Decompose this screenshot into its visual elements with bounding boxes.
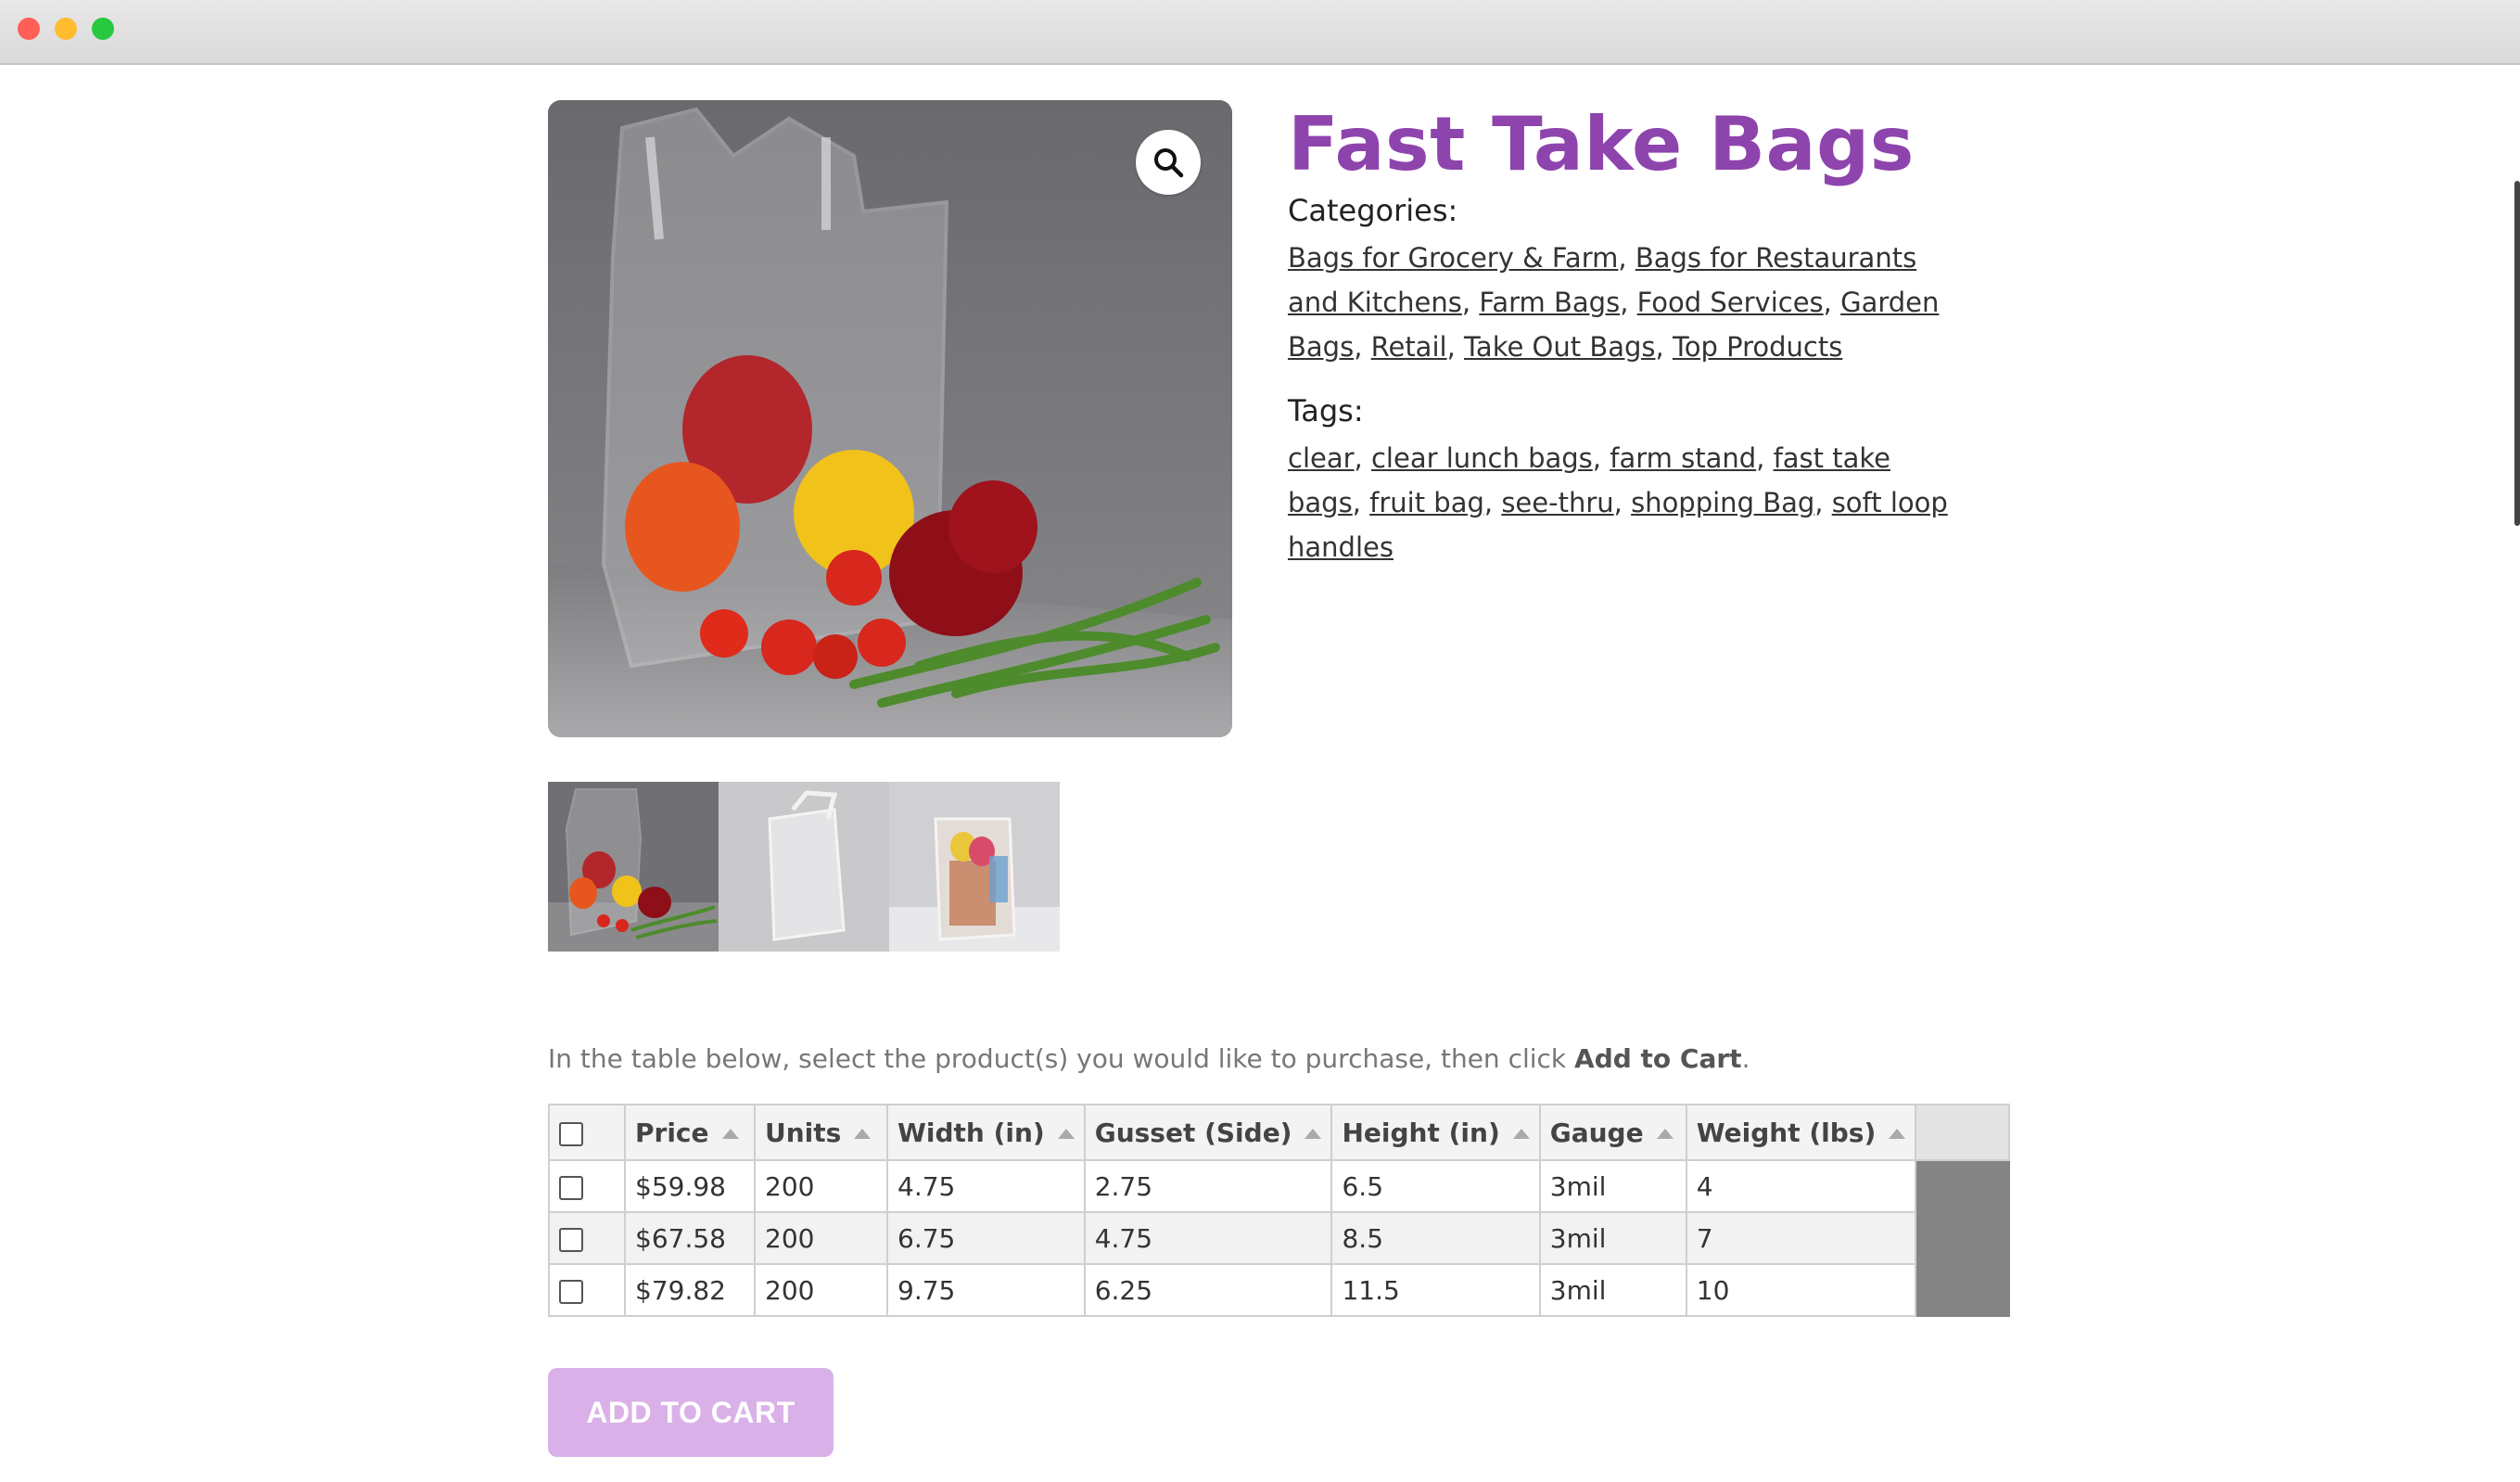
zoom-window-button[interactable] — [92, 18, 114, 40]
column-header-height[interactable]: Height (in) — [1330, 1104, 1541, 1161]
table-row: $59.98 200 4.75 2.75 6.5 3mil 4 — [548, 1159, 2011, 1213]
select-all-cell — [548, 1104, 626, 1161]
units-cell: 200 — [754, 1263, 888, 1317]
sort-arrow-icon[interactable] — [1656, 1129, 1674, 1139]
tag-link[interactable]: fruit bag — [1369, 487, 1484, 518]
column-header-width[interactable]: Width (in) — [886, 1104, 1086, 1161]
thumbnail-gallery — [548, 782, 1060, 952]
tag-link[interactable]: clear — [1288, 442, 1355, 474]
instruction-bold: Add to Cart — [1574, 1043, 1742, 1074]
units-cell: 200 — [754, 1159, 888, 1213]
gauge-cell: 3mil — [1538, 1159, 1687, 1213]
thumbnail-3[interactable] — [889, 782, 1060, 952]
row-checkbox[interactable] — [559, 1175, 583, 1200]
product-variants-table: Price Units Width (in) Gusset (Side) Hei… — [548, 1104, 2011, 1317]
column-header-gauge[interactable]: Gauge — [1538, 1104, 1687, 1161]
close-window-button[interactable] — [18, 18, 40, 40]
price-cell: $79.82 — [624, 1263, 756, 1317]
category-link[interactable]: Bags for Grocery & Farm — [1288, 242, 1618, 274]
page-scrollbar[interactable] — [2514, 181, 2520, 526]
categories-label: Categories: — [1288, 193, 1458, 228]
header-filler-cell — [1915, 1104, 2011, 1161]
tags-label: Tags: — [1288, 393, 1364, 428]
minimize-window-button[interactable] — [55, 18, 77, 40]
tag-link[interactable]: clear lunch bags — [1371, 442, 1593, 474]
product-photo — [548, 100, 1232, 737]
tag-link[interactable]: shopping Bag — [1631, 487, 1814, 518]
sort-arrow-icon[interactable] — [1512, 1129, 1530, 1139]
table-row: $79.82 200 9.75 6.25 11.5 3mil 10 — [548, 1263, 2011, 1317]
height-cell: 6.5 — [1330, 1159, 1541, 1213]
units-cell: 200 — [754, 1211, 888, 1265]
thumbnail-2[interactable] — [719, 782, 889, 952]
height-cell: 11.5 — [1330, 1263, 1541, 1317]
weight-cell: 4 — [1685, 1159, 1917, 1213]
thumbnail-1[interactable] — [548, 782, 719, 952]
purchase-instruction: In the table below, select the product(s… — [548, 1043, 1750, 1074]
gusset-cell: 4.75 — [1083, 1211, 1333, 1265]
filler-cell — [1915, 1263, 2011, 1317]
table-row: $67.58 200 6.75 4.75 8.5 3mil 7 — [548, 1211, 2011, 1265]
row-select-cell — [548, 1263, 626, 1317]
product-main-image[interactable] — [548, 100, 1232, 737]
column-header-price[interactable]: Price — [624, 1104, 756, 1161]
select-all-checkbox[interactable] — [559, 1121, 583, 1146]
row-select-cell — [548, 1211, 626, 1265]
magnifier-icon — [1154, 148, 1184, 178]
category-list: Bags for Grocery & Farm, Bags for Restau… — [1288, 242, 1940, 363]
filler-cell — [1915, 1211, 2011, 1265]
sort-arrow-icon[interactable] — [721, 1129, 739, 1139]
column-header-weight[interactable]: Weight (lbs) — [1685, 1104, 1917, 1161]
window-titlebar — [0, 0, 2520, 65]
price-cell: $59.98 — [624, 1159, 756, 1213]
tag-link[interactable]: see-thru — [1501, 487, 1613, 518]
category-link[interactable]: Take Out Bags — [1464, 331, 1655, 363]
gauge-cell: 3mil — [1538, 1211, 1687, 1265]
price-cell: $67.58 — [624, 1211, 756, 1265]
width-cell: 4.75 — [886, 1159, 1086, 1213]
category-link[interactable]: Retail — [1371, 331, 1447, 363]
instruction-suffix: . — [1741, 1043, 1750, 1074]
category-link[interactable]: Farm Bags — [1479, 287, 1620, 318]
category-link[interactable]: Top Products — [1673, 331, 1842, 363]
row-checkbox[interactable] — [559, 1227, 583, 1252]
gusset-cell: 6.25 — [1083, 1263, 1333, 1317]
table-header-row: Price Units Width (in) Gusset (Side) Hei… — [548, 1104, 2011, 1161]
width-cell: 6.75 — [886, 1211, 1086, 1265]
add-to-cart-button[interactable]: ADD TO CART — [548, 1368, 834, 1457]
height-cell: 8.5 — [1330, 1211, 1541, 1265]
column-header-gusset[interactable]: Gusset (Side) — [1083, 1104, 1333, 1161]
sort-arrow-icon[interactable] — [1057, 1129, 1075, 1139]
row-checkbox[interactable] — [559, 1279, 583, 1304]
instruction-text: In the table below, select the product(s… — [548, 1043, 1575, 1074]
product-title: Fast Take Bags — [1288, 101, 1915, 187]
sort-arrow-icon[interactable] — [1889, 1129, 1906, 1139]
row-select-cell — [548, 1159, 626, 1213]
width-cell: 9.75 — [886, 1263, 1086, 1317]
zoom-button[interactable] — [1136, 130, 1201, 195]
gauge-cell: 3mil — [1538, 1263, 1687, 1317]
sort-arrow-icon[interactable] — [854, 1129, 872, 1139]
tag-link[interactable]: farm stand — [1610, 442, 1756, 474]
weight-cell: 7 — [1685, 1211, 1917, 1265]
column-header-units[interactable]: Units — [754, 1104, 888, 1161]
weight-cell: 10 — [1685, 1263, 1917, 1317]
filler-cell — [1915, 1159, 2011, 1213]
sort-arrow-icon[interactable] — [1305, 1129, 1322, 1139]
gusset-cell: 2.75 — [1083, 1159, 1333, 1213]
tag-list: clear, clear lunch bags, farm stand, fas… — [1288, 442, 1948, 563]
category-link[interactable]: Food Services — [1637, 287, 1824, 318]
